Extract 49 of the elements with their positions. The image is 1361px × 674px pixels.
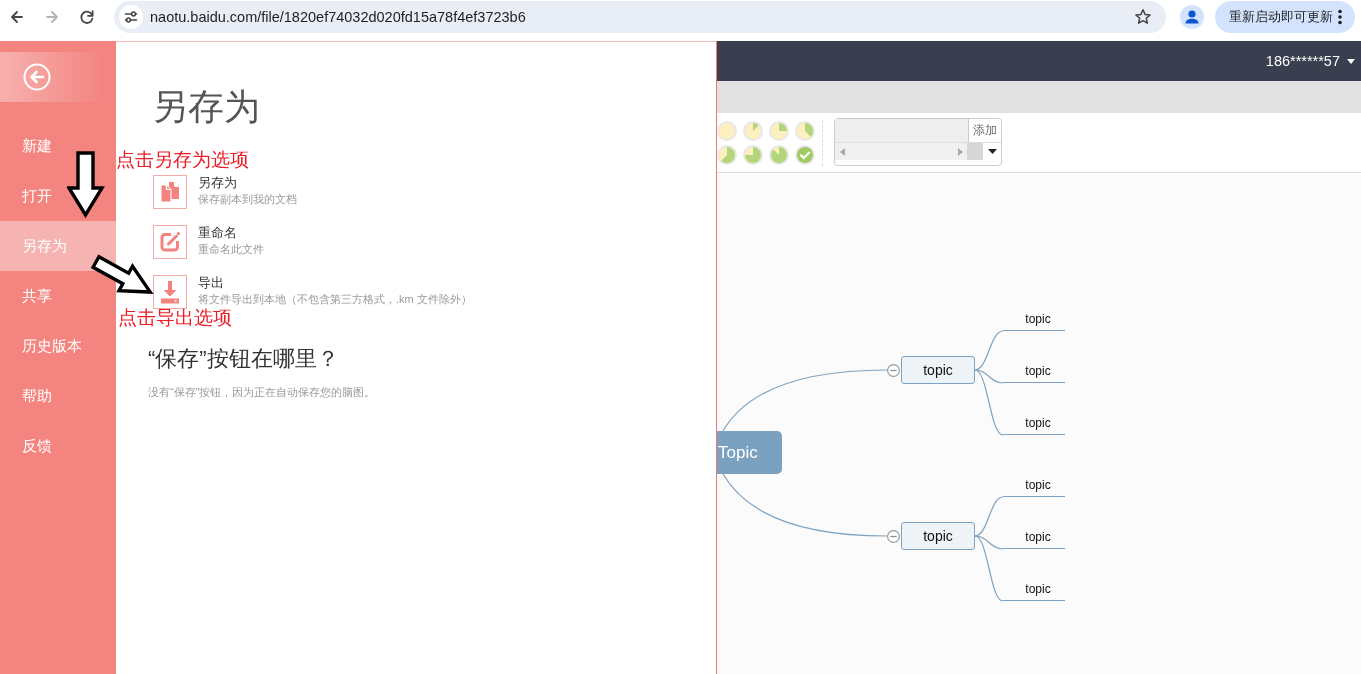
user-menu-button[interactable]: 186******57	[1265, 53, 1355, 69]
pie-icon[interactable]	[769, 121, 789, 141]
pie-icon[interactable]	[795, 121, 815, 141]
resource-input-field[interactable]	[835, 119, 969, 142]
edit-icon[interactable]	[153, 225, 187, 259]
pie-icon[interactable]	[717, 121, 737, 141]
pie-icon[interactable]	[769, 145, 789, 165]
pie-icon[interactable]	[743, 121, 763, 141]
pie-icon[interactable]	[717, 145, 737, 165]
update-button[interactable]: 重新启动即可更新	[1215, 1, 1355, 33]
subtopic-node[interactable]: topic	[1003, 527, 1065, 549]
annotation-text: 点击另存为选项	[116, 150, 249, 170]
pie-icon[interactable]	[743, 145, 763, 165]
download-icon[interactable]	[153, 275, 187, 309]
option-title[interactable]: 导出	[198, 275, 472, 291]
collapse-icon[interactable]	[887, 529, 900, 543]
scroll-right-icon[interactable]	[958, 147, 963, 156]
back-icon[interactable]	[8, 8, 26, 26]
subtopic-node[interactable]: topic	[1003, 361, 1065, 383]
address-bar[interactable]: naotu.baidu.com/file/1820ef74032d020fd15a78f4ef3723b6	[114, 1, 1166, 33]
check-circle-icon[interactable]	[795, 145, 815, 165]
scroll-left-icon[interactable]	[840, 147, 845, 156]
subtopic-node[interactable]: topic	[1003, 309, 1065, 331]
annotation-text: 点击导出选项	[118, 308, 232, 328]
option-title[interactable]: 重命名	[198, 225, 264, 241]
option-title[interactable]: 另存为	[198, 175, 297, 191]
profile-icon[interactable]	[1180, 5, 1204, 29]
collapse-icon[interactable]	[887, 363, 900, 377]
dropdown-caret-icon[interactable]	[988, 149, 997, 154]
subtopic-node[interactable]: topic	[1003, 413, 1065, 435]
subtopic-node[interactable]: topic	[1003, 475, 1065, 497]
panel-title: 另存为	[152, 85, 261, 129]
star-icon[interactable]	[1134, 8, 1152, 26]
more-icon[interactable]	[1338, 9, 1342, 25]
topic-node[interactable]: topic	[901, 522, 975, 550]
subtopic-node[interactable]: topic	[1003, 579, 1065, 601]
site-settings-icon[interactable]	[119, 5, 143, 29]
option-description: 重命名此文件	[198, 242, 264, 257]
down-arrow	[67, 151, 105, 219]
scrollbar-thumb[interactable]	[967, 143, 983, 160]
horizontal-scrollbar[interactable]	[835, 143, 983, 160]
faq-heading: “保存”按钮在哪里？	[148, 345, 340, 373]
caret-icon	[1347, 58, 1355, 64]
copy-icon[interactable]	[153, 175, 187, 209]
topic-node[interactable]: topic	[901, 356, 975, 384]
reload-icon[interactable]	[78, 8, 96, 26]
back-icon	[23, 63, 51, 91]
option-description: 保存副本到我的文档	[198, 192, 297, 207]
faq-text: 没有“保存”按钮，因为正在自动保存您的脑图。	[148, 385, 377, 400]
